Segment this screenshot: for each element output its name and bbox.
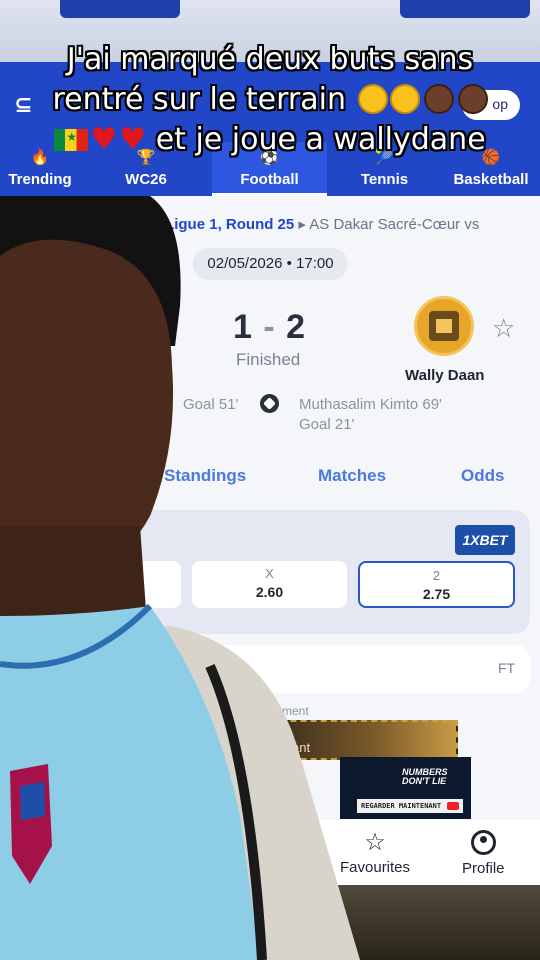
video-background bbox=[300, 885, 540, 960]
tab-standings[interactable]: Standings bbox=[164, 466, 246, 486]
play-icon bbox=[447, 802, 459, 810]
nav-label: Favourites bbox=[340, 859, 411, 876]
away-team-crest[interactable] bbox=[414, 296, 474, 356]
breadcrumb-league[interactable]: Ligue 1, Round 25 bbox=[165, 216, 294, 233]
event-away-goal: Goal 21' bbox=[299, 416, 355, 433]
laughing-emoji-icon bbox=[389, 84, 420, 114]
odd-label: X bbox=[265, 566, 274, 581]
breadcrumb: eg... ▸ Ligue 1, Round 25 ▸ AS Dakar Sac… bbox=[120, 215, 479, 233]
match-status: Finished bbox=[236, 350, 301, 369]
caption-line-1: J'ai marqué deux buts sans bbox=[66, 42, 474, 77]
caption-line-2: rentré sur le terrain bbox=[0, 82, 540, 117]
nav-profile[interactable]: Profile bbox=[462, 830, 505, 877]
bookmaker-logo[interactable]: 1XBET bbox=[455, 525, 515, 555]
odd-value: 2.75 bbox=[422, 586, 451, 602]
nav-label: Profile bbox=[462, 860, 505, 877]
score-home: 1 bbox=[233, 308, 253, 346]
period-label: FT bbox=[498, 660, 516, 676]
ad-logo: NUMBERS DON'T LIE bbox=[402, 767, 448, 786]
laughing-emoji-icon bbox=[357, 84, 388, 114]
breadcrumb-prefix[interactable]: eg... ▸ bbox=[120, 216, 165, 233]
caption-text: rentré sur le terrain bbox=[52, 82, 346, 117]
match-score: 1 - 2 bbox=[233, 308, 306, 347]
score-away: 2 bbox=[286, 308, 307, 346]
senegal-flag-icon bbox=[54, 129, 89, 151]
tab-label: Football bbox=[240, 171, 299, 188]
star-icon: ☆ bbox=[364, 829, 386, 856]
odd-value: 2.60 bbox=[255, 584, 284, 600]
odd-home-button[interactable] bbox=[138, 561, 181, 608]
blurred-shape bbox=[60, 0, 180, 18]
breadcrumb-match: ▸ AS Dakar Sacré-Cœur vs bbox=[294, 216, 480, 233]
caption-line-3: ♥♥ et je joue a wallydane bbox=[0, 122, 540, 157]
soccer-ball-icon bbox=[260, 394, 279, 413]
period-row[interactable] bbox=[170, 645, 530, 693]
odd-draw-button[interactable]: X 2.60 bbox=[192, 561, 347, 608]
tab-odds[interactable]: Odds bbox=[461, 466, 504, 486]
star-icon[interactable]: ☆ bbox=[492, 313, 515, 344]
ad-watch-now-button[interactable]: REGARDER MAINTENANT bbox=[357, 799, 463, 813]
tab-label: WC26 bbox=[125, 171, 167, 188]
section-heading-fragment: ment bbox=[282, 704, 309, 718]
away-team-name[interactable]: Wally Daan bbox=[405, 367, 484, 384]
odd-away-button[interactable]: 2 2.75 bbox=[358, 561, 515, 608]
event-away-scorer: Muthasalim Kimto 69' bbox=[299, 396, 442, 413]
ad-image[interactable]: ant bbox=[250, 720, 458, 760]
nav-favourites[interactable]: ☆ Favourites bbox=[340, 829, 411, 877]
ad-cta-label: REGARDER MAINTENANT bbox=[361, 802, 442, 810]
caption-text: et je joue a wallydane bbox=[155, 122, 486, 157]
person-gesturing-emoji-icon bbox=[423, 84, 454, 114]
crest-emblem bbox=[429, 311, 459, 341]
person-gesturing-emoji-icon bbox=[457, 84, 488, 114]
ad-image-text: ant bbox=[292, 740, 311, 755]
profile-icon bbox=[470, 830, 496, 855]
tab-label: Tennis bbox=[360, 171, 409, 188]
tab-label: Trending bbox=[8, 171, 72, 188]
match-date: 02/05/2026 • 17:00 bbox=[193, 248, 348, 280]
blurred-shape bbox=[400, 0, 530, 18]
event-home-goal: Goal 51' bbox=[183, 396, 239, 413]
tab-label: Basketball bbox=[453, 171, 529, 188]
heart-icon: ♥ bbox=[90, 122, 118, 157]
score-separator: - bbox=[263, 308, 276, 346]
heart-icon: ♥ bbox=[119, 122, 147, 157]
odd-label: 2 bbox=[432, 568, 441, 583]
tab-matches[interactable]: Matches bbox=[318, 466, 386, 486]
